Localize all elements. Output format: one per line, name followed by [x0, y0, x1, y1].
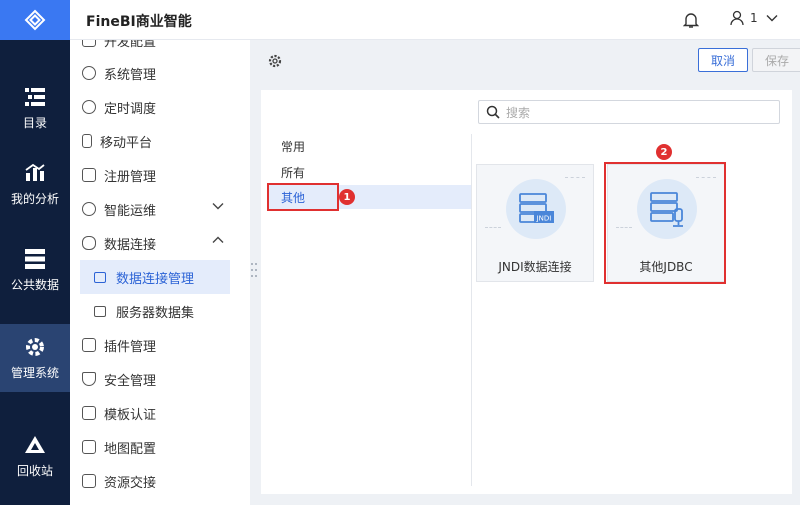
nav-item-recycle-bin[interactable]: 回收站	[0, 424, 70, 488]
cancel-button[interactable]: 取消	[698, 48, 748, 72]
menu-item-server-dataset[interactable]: 服务器数据集	[80, 294, 230, 328]
app-title: FineBI商业智能	[86, 14, 192, 30]
menu-item-system-management[interactable]: 系统管理	[70, 56, 250, 90]
server-dataset-icon	[94, 305, 106, 317]
map-icon	[82, 440, 96, 454]
menu-label: 安全管理	[104, 373, 157, 389]
shield-icon	[82, 372, 96, 386]
jndi-server-icon: JNDI	[506, 179, 566, 239]
menu-item-resource-handover[interactable]: 资源交接	[70, 464, 250, 498]
content-toolbar: 取消 保存	[250, 40, 800, 80]
menu-label: 定时调度	[104, 101, 157, 117]
template-icon	[82, 406, 96, 420]
menu-item-template-certification[interactable]: 模板认证	[70, 396, 250, 430]
menu-label: 系统管理	[104, 67, 157, 83]
nav-label: 公共数据	[10, 277, 59, 292]
menu-label: 数据连接	[104, 237, 157, 253]
nav-label: 目录	[22, 115, 47, 130]
search-placeholder: 搜索	[506, 105, 531, 120]
dev-config-icon	[82, 40, 96, 47]
gear-icon	[82, 66, 96, 80]
catalog-icon	[24, 86, 46, 108]
nav-item-public-data[interactable]: 公共数据	[0, 238, 70, 302]
menu-label: 服务器数据集	[116, 305, 195, 321]
handover-icon	[82, 474, 96, 488]
connection-type-panel: 搜索 常用 所有 其他 1 JNDI JNDI数据连接 其他JDBC 2	[261, 90, 792, 494]
menu-item-plugin-management[interactable]: 插件管理	[70, 328, 250, 362]
save-button[interactable]: 保存	[752, 48, 800, 72]
top-bar: FineBI商业智能 1	[70, 0, 800, 40]
connection-management-icon	[94, 271, 106, 283]
nav-label: 管理系统	[10, 365, 59, 380]
jndi-icon-text: JNDI	[536, 215, 552, 223]
menu-item-mobile-platform[interactable]: 移动平台	[70, 124, 250, 158]
step-badge: 2	[656, 144, 672, 160]
decoration	[485, 227, 501, 228]
public-data-icon	[24, 248, 46, 270]
chevron-up-icon	[212, 236, 224, 243]
smart-ops-icon	[82, 202, 96, 216]
timer-icon	[82, 100, 96, 114]
card-label: JNDI数据连接	[498, 260, 572, 274]
management-icon	[24, 336, 46, 358]
system-menu: 开发配置 系统管理 定时调度 移动平台 注册管理 智能运维 数据连接 数据连接管…	[70, 40, 250, 505]
main-navigation: 目录 我的分析 公共数据 管理系统 回收站	[0, 0, 70, 505]
nav-label: 回收站	[16, 463, 53, 478]
menu-label: 插件管理	[104, 339, 157, 355]
finebi-logo[interactable]	[0, 0, 70, 40]
analysis-icon	[24, 162, 46, 184]
step-badge: 1	[339, 189, 355, 205]
menu-item-dev-config[interactable]: 开发配置	[70, 40, 250, 57]
nav-label: 我的分析	[10, 191, 59, 206]
category-common[interactable]: 常用	[269, 134, 471, 158]
mobile-icon	[82, 134, 92, 148]
chevron-down-icon	[212, 203, 224, 210]
menu-label: 模板认证	[104, 407, 157, 423]
gear-icon[interactable]	[268, 53, 282, 72]
menu-item-data-connection[interactable]: 数据连接	[70, 226, 250, 260]
menu-item-security-management[interactable]: 安全管理	[70, 362, 250, 396]
search-input[interactable]: 搜索	[478, 100, 780, 124]
menu-item-smart-ops[interactable]: 智能运维	[70, 192, 250, 226]
highlight-box	[604, 162, 726, 284]
category-all[interactable]: 所有	[269, 160, 471, 184]
highlight-box	[267, 183, 339, 211]
menu-label: 智能运维	[104, 203, 157, 219]
menu-item-map-config[interactable]: 地图配置	[70, 430, 250, 464]
menu-label: 开发配置	[104, 40, 157, 50]
nav-item-catalog[interactable]: 目录	[0, 76, 70, 140]
user-icon	[730, 10, 744, 26]
menu-label: 地图配置	[104, 441, 157, 457]
menu-item-scheduling[interactable]: 定时调度	[70, 90, 250, 124]
divider	[471, 134, 472, 486]
menu-item-data-connection-management[interactable]: 数据连接管理	[80, 260, 230, 294]
registration-icon	[82, 168, 96, 182]
recycle-bin-icon	[24, 434, 46, 456]
nav-item-my-analysis[interactable]: 我的分析	[0, 152, 70, 216]
card-jndi-connection[interactable]: JNDI JNDI数据连接	[476, 164, 594, 282]
search-icon	[486, 105, 500, 119]
chevron-down-icon	[766, 15, 778, 22]
menu-label: 数据连接管理	[116, 271, 195, 287]
panel-resize-handle[interactable]	[250, 260, 258, 280]
menu-label: 移动平台	[100, 135, 153, 151]
user-name: 1	[750, 11, 758, 25]
menu-item-registration[interactable]: 注册管理	[70, 158, 250, 192]
nav-item-management[interactable]: 管理系统	[0, 324, 70, 392]
link-icon	[82, 236, 96, 250]
menu-label: 注册管理	[104, 169, 157, 185]
menu-label: 资源交接	[104, 475, 157, 491]
bell-icon[interactable]	[682, 11, 700, 29]
user-menu[interactable]: 1	[730, 10, 784, 26]
decoration	[565, 177, 585, 178]
plugin-icon	[82, 338, 96, 352]
